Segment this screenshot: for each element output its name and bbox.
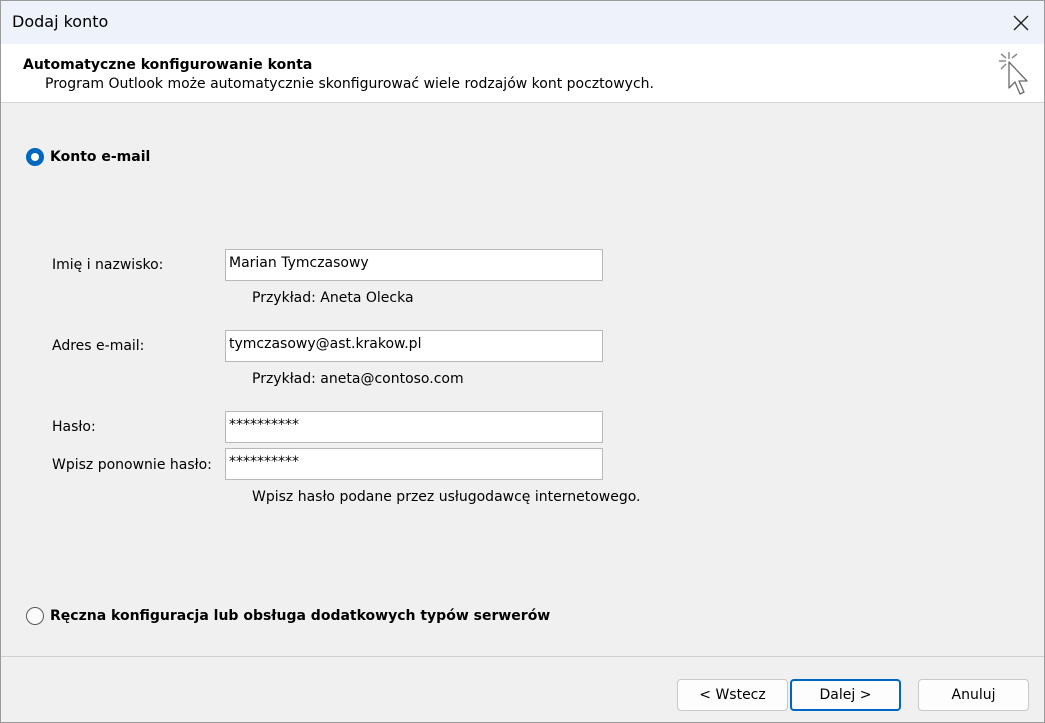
add-account-dialog: Dodaj konto Automatyczne konfigurowanie … bbox=[0, 0, 1045, 723]
radio-email-account[interactable]: Konto e-mail bbox=[26, 148, 150, 166]
email-label: Adres e-mail: bbox=[52, 338, 145, 354]
close-icon bbox=[1013, 15, 1029, 30]
close-button[interactable] bbox=[998, 1, 1044, 44]
radio-email-label: Konto e-mail bbox=[50, 149, 151, 165]
password-hint: Wpisz hasło podane przez usługodawcę int… bbox=[252, 489, 641, 505]
window-title: Dodaj konto bbox=[12, 12, 109, 31]
password-confirm-input[interactable]: ********** bbox=[225, 448, 603, 480]
cursor-sparkle-icon bbox=[999, 52, 1028, 95]
name-input[interactable]: Marian Tymczasowy bbox=[225, 249, 603, 281]
radio-unselected-icon bbox=[26, 607, 44, 625]
name-label: Imię i nazwisko: bbox=[52, 257, 164, 273]
next-button[interactable]: Dalej > bbox=[790, 679, 901, 711]
header-title: Automatyczne konfigurowanie konta bbox=[23, 57, 313, 73]
wizard-header: Automatyczne konfigurowanie konta Progra… bbox=[1, 44, 1044, 103]
radio-manual-label: Ręczna konfiguracja lub obsługa dodatkow… bbox=[50, 608, 551, 624]
radio-manual-config[interactable]: Ręczna konfiguracja lub obsługa dodatkow… bbox=[26, 607, 550, 625]
email-input[interactable]: tymczasowy@ast.krakow.pl bbox=[225, 330, 603, 362]
title-bar: Dodaj konto bbox=[1, 1, 1044, 44]
password-confirm-label: Wpisz ponownie hasło: bbox=[52, 457, 212, 473]
back-button[interactable]: < Wstecz bbox=[677, 679, 788, 711]
radio-selected-icon bbox=[26, 148, 44, 166]
password-input[interactable]: ********** bbox=[225, 411, 603, 443]
header-subtitle: Program Outlook może automatycznie skonf… bbox=[45, 76, 654, 92]
footer-divider bbox=[1, 656, 1044, 657]
email-hint: Przykład: aneta@contoso.com bbox=[252, 371, 464, 387]
name-hint: Przykład: Aneta Olecka bbox=[252, 290, 414, 306]
cancel-button[interactable]: Anuluj bbox=[918, 679, 1029, 711]
password-label: Hasło: bbox=[52, 419, 96, 435]
